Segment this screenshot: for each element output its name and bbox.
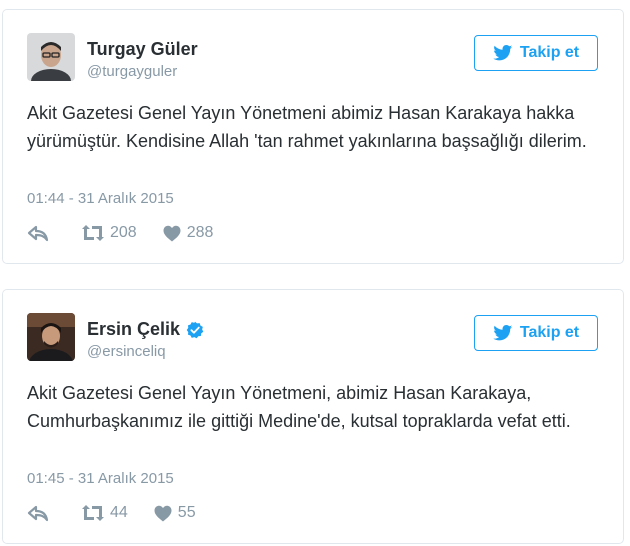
like-count: 288: [186, 224, 214, 241]
tweet-timestamp[interactable]: 01:45 - 31 Aralık 2015: [27, 470, 174, 487]
author-name[interactable]: Ersin Çelik: [87, 319, 180, 340]
like-button[interactable]: 55: [128, 504, 196, 522]
tweet-card: Ersin Çelik @ersinceliq Takip et Akit Ga…: [2, 289, 624, 544]
reply-button[interactable]: [27, 504, 81, 522]
reply-icon: [27, 505, 49, 522]
retweet-count: 44: [110, 504, 128, 521]
like-button[interactable]: 288: [137, 224, 214, 242]
heart-icon: [163, 225, 181, 241]
twitter-bird-icon: [493, 325, 513, 341]
tweet-timestamp[interactable]: 01:44 - 31 Aralık 2015: [27, 190, 174, 207]
follow-button-label: Takip et: [519, 324, 580, 341]
author-name-row: Ersin Çelik: [87, 319, 204, 340]
reply-button[interactable]: [27, 224, 81, 242]
reply-icon: [27, 225, 49, 242]
retweet-icon: [82, 505, 104, 521]
retweet-count: 208: [110, 224, 137, 241]
avatar[interactable]: [27, 313, 75, 361]
verified-badge-icon: [186, 321, 204, 338]
avatar-photo: [27, 313, 75, 361]
follow-button-label: Takip et: [519, 44, 580, 61]
author-handle[interactable]: @ersinceliq: [87, 343, 166, 360]
retweet-button[interactable]: 208: [81, 224, 137, 242]
avatar[interactable]: [27, 33, 75, 81]
tweet-text: Akit Gazetesi Genel Yayın Yönetmeni, abi…: [27, 383, 571, 431]
heart-icon: [154, 505, 172, 521]
follow-button[interactable]: Takip et: [474, 315, 598, 351]
tweet-text: Akit Gazetesi Genel Yayın Yönetmeni abim…: [27, 103, 587, 151]
author-name-row: Turgay Güler: [87, 39, 198, 60]
follow-button[interactable]: Takip et: [474, 35, 598, 71]
author-name[interactable]: Turgay Güler: [87, 39, 198, 60]
twitter-bird-icon: [493, 45, 513, 61]
tweet-card: Turgay Güler @turgayguler Takip et Akit …: [2, 9, 624, 264]
retweet-button[interactable]: 44: [81, 504, 128, 522]
avatar-photo: [27, 33, 75, 81]
like-count: 55: [177, 504, 196, 521]
author-handle[interactable]: @turgayguler: [87, 63, 177, 80]
tweet-actions: 208 288: [27, 224, 213, 242]
tweet-actions: 44 55: [27, 504, 196, 522]
retweet-icon: [82, 225, 104, 241]
